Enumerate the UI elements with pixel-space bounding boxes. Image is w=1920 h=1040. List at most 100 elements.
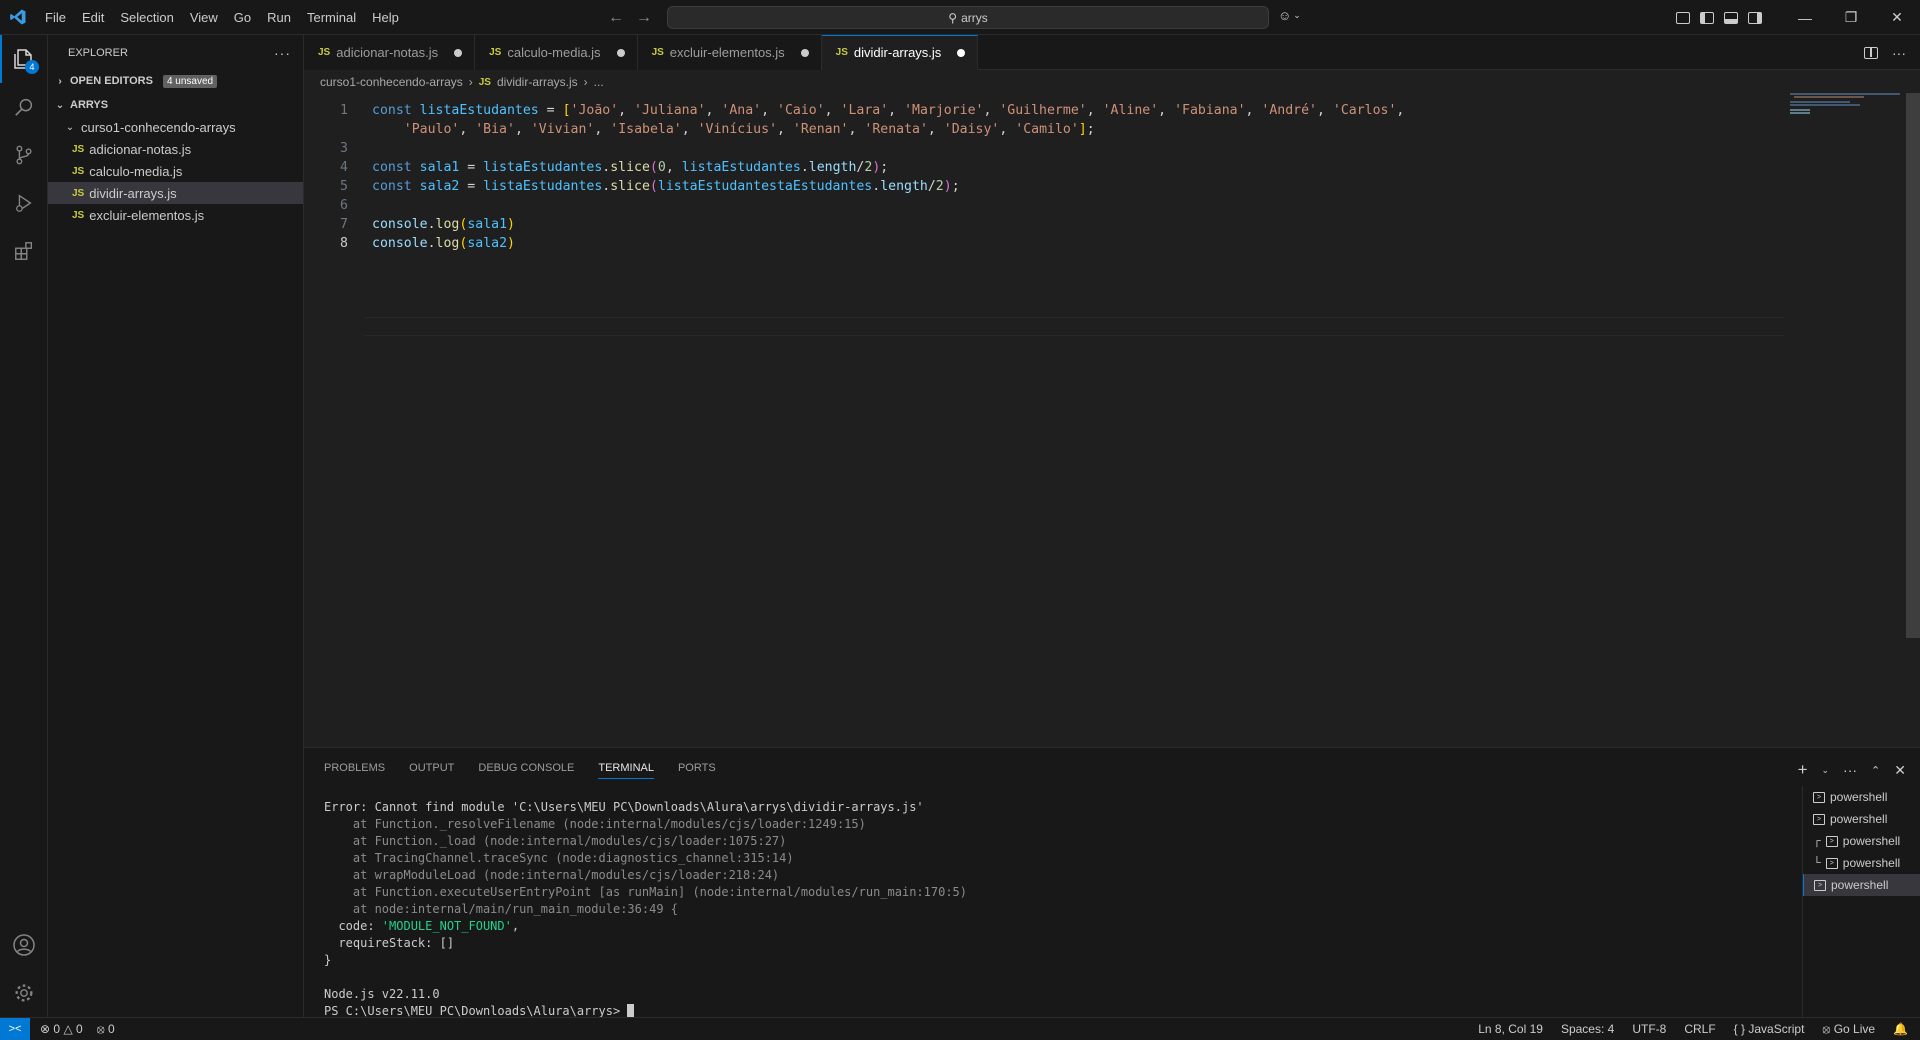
- warning-count: 0: [76, 1022, 83, 1036]
- tab-dividir-arrays[interactable]: JS dividir-arrays.js: [821, 35, 979, 70]
- terminal-item[interactable]: > powershell: [1803, 786, 1920, 808]
- open-editors-section[interactable]: › OPEN EDITORS 4 unsaved: [48, 70, 303, 92]
- file-row-dividir-arrays[interactable]: JS dividir-arrays.js: [48, 182, 303, 204]
- source-control-activity[interactable]: [0, 131, 48, 179]
- tree-branch-icon: ┌: [1813, 835, 1821, 847]
- toggle-primary-sidebar-icon[interactable]: [1700, 11, 1714, 24]
- menu-go[interactable]: Go: [226, 0, 259, 35]
- customize-layout-icon[interactable]: [1676, 11, 1690, 24]
- tab-debug-console[interactable]: DEBUG CONSOLE: [478, 762, 574, 774]
- code-token: const: [372, 160, 420, 175]
- code-token: console: [372, 236, 428, 251]
- breadcrumb-more[interactable]: ...: [594, 75, 604, 89]
- file-row-adicionar-notas[interactable]: JS adicionar-notas.js: [48, 138, 303, 160]
- code-line: 4 const sala1 = listaEstudantes. slice(0, …: [304, 158, 1784, 177]
- menu-selection[interactable]: Selection: [112, 0, 181, 35]
- terminal-output[interactable]: Error: Cannot find module 'C:\Users\MEU …: [324, 799, 1764, 1020]
- terminal-line: at Function.executeUserEntryPoint [as ru…: [324, 885, 967, 899]
- code-editor[interactable]: 1 const listaEstudantes = ['João', 'Julia…: [304, 93, 1920, 747]
- code-token: ,: [1317, 103, 1333, 118]
- more-actions-icon[interactable]: ···: [274, 45, 291, 61]
- terminal-item[interactable]: └ > powershell: [1803, 852, 1920, 874]
- tab-calculo-media[interactable]: JS calculo-media.js: [475, 35, 638, 70]
- code-token: slice: [610, 179, 650, 194]
- remote-indicator[interactable]: ><: [0, 1018, 30, 1040]
- code-token: ,: [824, 103, 841, 118]
- menu-view[interactable]: View: [182, 0, 226, 35]
- accounts-activity[interactable]: [0, 921, 48, 969]
- folder-row[interactable]: ⌄ curso1-conhecendo-arrays: [48, 116, 303, 138]
- cursor-position[interactable]: Ln 8, Col 19: [1478, 1022, 1543, 1036]
- end-of-line[interactable]: CRLF: [1684, 1022, 1715, 1036]
- indentation[interactable]: Spaces: 4: [1561, 1022, 1614, 1036]
- tab-output[interactable]: OUTPUT: [409, 762, 454, 774]
- unsaved-dot-icon[interactable]: [957, 48, 966, 57]
- tab-problems[interactable]: PROBLEMS: [324, 762, 385, 774]
- minimize-button[interactable]: —: [1782, 0, 1828, 35]
- breadcrumb-folder[interactable]: curso1-conhecendo-arrays: [320, 75, 463, 89]
- toggle-panel-icon[interactable]: [1724, 11, 1738, 24]
- more-actions-icon[interactable]: ···: [1892, 45, 1906, 61]
- maximize-panel-icon[interactable]: ⌃: [1871, 764, 1880, 777]
- tab-terminal[interactable]: TERMINAL: [598, 762, 654, 779]
- editor-scrollbar[interactable]: [1906, 93, 1920, 638]
- line-number: 1: [340, 103, 348, 118]
- menu-help[interactable]: Help: [364, 0, 407, 35]
- file-row-excluir-elementos[interactable]: JS excluir-elementos.js: [48, 204, 303, 226]
- menu-file[interactable]: File: [37, 0, 74, 35]
- code-token: listaEstudantes: [681, 160, 801, 175]
- current-line-highlight: [364, 317, 1784, 336]
- go-live-button[interactable]: ⦻ Go Live: [1822, 1022, 1875, 1037]
- close-window-button[interactable]: ✕: [1874, 0, 1920, 35]
- close-panel-icon[interactable]: ✕: [1894, 762, 1906, 779]
- code-token: .: [427, 217, 436, 232]
- code-token: const: [372, 103, 420, 118]
- more-actions-icon[interactable]: ···: [1843, 762, 1857, 778]
- restore-button[interactable]: ❐: [1828, 0, 1874, 35]
- copilot-button[interactable]: ☺ ⌄: [1278, 8, 1301, 23]
- language-mode[interactable]: { } JavaScript: [1734, 1022, 1805, 1036]
- run-debug-activity[interactable]: [0, 179, 48, 227]
- menu-run[interactable]: Run: [259, 0, 299, 35]
- code-token: ): [507, 217, 515, 232]
- code-token: ,: [761, 103, 777, 118]
- file-row-calculo-media[interactable]: JS calculo-media.js: [48, 160, 303, 182]
- manage-activity[interactable]: [0, 969, 48, 1017]
- new-terminal-icon[interactable]: +: [1798, 760, 1808, 780]
- tab-ports[interactable]: PORTS: [678, 762, 716, 774]
- code-token: ): [507, 236, 515, 251]
- extensions-activity[interactable]: [0, 227, 48, 275]
- toggle-secondary-sidebar-icon[interactable]: [1748, 11, 1762, 24]
- breadcrumb-file[interactable]: dividir-arrays.js: [497, 75, 578, 89]
- code-token: ,: [777, 122, 793, 137]
- back-arrow-icon[interactable]: ←: [608, 9, 624, 27]
- workspace-root-section[interactable]: ⌄ ARRYS: [48, 94, 303, 116]
- menu-edit[interactable]: Edit: [74, 0, 112, 35]
- menu-terminal[interactable]: Terminal: [299, 0, 364, 35]
- tab-adicionar-notas[interactable]: JS adicionar-notas.js: [304, 35, 476, 70]
- encoding[interactable]: UTF-8: [1632, 1022, 1666, 1036]
- javascript-file-icon: JS: [72, 187, 85, 199]
- terminal-line: Node.js v22.11.0: [324, 987, 440, 1001]
- code-token: 'Bia': [475, 122, 515, 137]
- split-editor-icon[interactable]: [1864, 46, 1878, 59]
- command-center-search[interactable]: ⚲ arrys: [667, 6, 1269, 29]
- explorer-activity[interactable]: 4: [0, 35, 48, 83]
- terminal-item[interactable]: ┌ > powershell: [1803, 830, 1920, 852]
- minimap[interactable]: [1790, 93, 1900, 123]
- code-token: ,: [681, 122, 698, 137]
- forward-arrow-icon[interactable]: →: [636, 9, 652, 27]
- chevron-down-icon[interactable]: ⌄: [1822, 765, 1830, 776]
- notifications-bell-icon[interactable]: 🔔: [1893, 1022, 1908, 1036]
- ports-status[interactable]: ⦻ 0: [97, 1022, 115, 1037]
- problems-status[interactable]: ⊗ 0 △ 0: [40, 1022, 83, 1036]
- terminal-item[interactable]: > powershell: [1803, 808, 1920, 830]
- tab-excluir-elementos[interactable]: JS excluir-elementos.js: [637, 35, 822, 70]
- unsaved-dot-icon[interactable]: [800, 48, 809, 57]
- unsaved-dot-icon[interactable]: [454, 48, 463, 57]
- code-line: 3: [304, 139, 1784, 158]
- search-activity[interactable]: [0, 83, 48, 131]
- terminal-item-active[interactable]: > powershell: [1803, 874, 1920, 896]
- unsaved-dot-icon[interactable]: [616, 48, 625, 57]
